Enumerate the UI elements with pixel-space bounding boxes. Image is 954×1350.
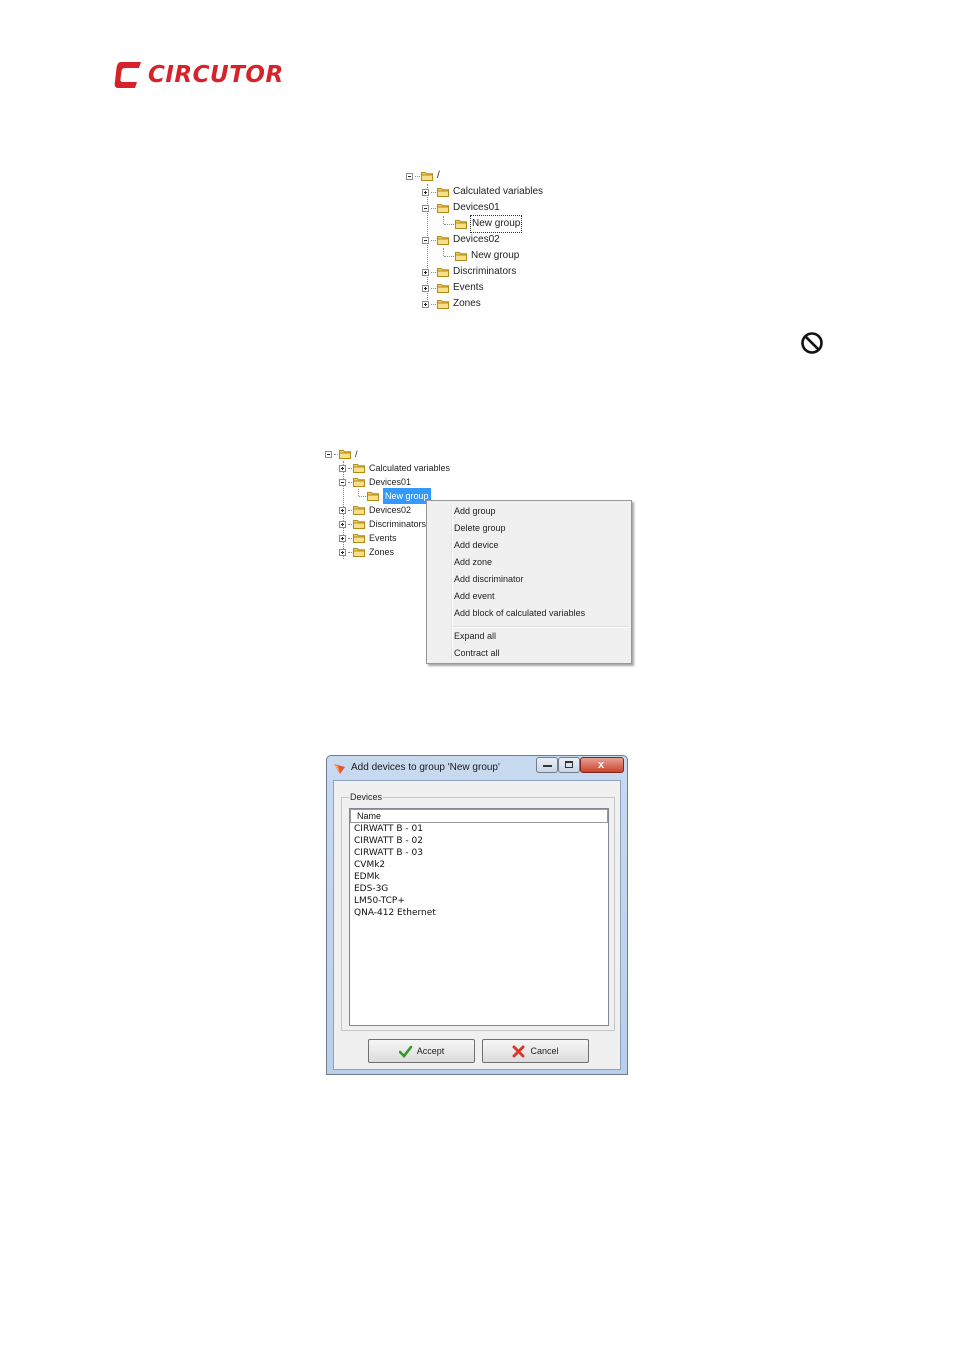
collapse-icon[interactable]	[339, 478, 346, 486]
devices-list[interactable]: Name CIRWATT B - 01 CIRWATT B - 02 CIRWA…	[349, 808, 609, 1026]
list-item[interactable]: CIRWATT B - 03	[350, 847, 608, 859]
list-item[interactable]: EDS-3G	[350, 883, 608, 895]
tree2-node-calculated-variables[interactable]: Calculated variables	[339, 461, 450, 475]
app-icon	[334, 764, 345, 774]
tree2-node-devices01[interactable]: Devices01	[339, 475, 411, 489]
tree2-node-root[interactable]: /	[325, 447, 358, 461]
tree-view-1: / Calculated variables Devices01 New gro…	[405, 168, 565, 314]
tree-node-zones[interactable]: Zones	[422, 296, 481, 312]
folder-icon	[353, 519, 365, 529]
menu-item-add-event[interactable]: Add event	[454, 588, 495, 605]
checkmark-icon	[398, 1045, 412, 1058]
menu-item-delete-group[interactable]: Delete group	[454, 520, 506, 537]
menu-item-add-block-calculated-variables[interactable]: Add block of calculated variables	[454, 605, 585, 622]
tree-node-root[interactable]: /	[406, 168, 440, 184]
circutor-logo-icon	[114, 62, 141, 88]
folder-icon	[353, 477, 365, 487]
cancel-label: Cancel	[530, 1046, 559, 1056]
folder-icon	[421, 171, 433, 181]
maximize-button[interactable]	[558, 757, 580, 773]
close-button[interactable]: x	[580, 757, 624, 773]
cancel-button[interactable]: Cancel	[482, 1039, 589, 1063]
list-item[interactable]: LM50-TCP+	[350, 895, 608, 907]
folder-icon	[437, 235, 449, 245]
column-header-name[interactable]: Name	[350, 809, 608, 823]
devices-groupbox: Devices Name CIRWATT B - 01 CIRWATT B - …	[341, 792, 615, 1031]
menu-item-expand-all[interactable]: Expand all	[454, 628, 496, 645]
tree-node-new-group-2[interactable]: New group	[444, 248, 519, 264]
minimize-icon	[543, 765, 552, 767]
close-icon: x	[598, 759, 605, 771]
list-item[interactable]: CIRWATT B - 02	[350, 835, 608, 847]
menu-item-add-device[interactable]: Add device	[454, 537, 499, 554]
expand-icon[interactable]	[339, 548, 346, 556]
expand-icon[interactable]	[422, 268, 429, 276]
tree2-node-discriminators[interactable]: Discriminators	[339, 517, 426, 531]
folder-icon	[339, 449, 351, 459]
no-entry-icon	[801, 332, 823, 354]
folder-icon	[437, 283, 449, 293]
folder-icon	[437, 187, 449, 197]
brand-name: CIRCUTOR	[148, 62, 284, 88]
menu-item-add-zone[interactable]: Add zone	[454, 554, 492, 571]
list-item[interactable]: EDMk	[350, 871, 608, 883]
cross-icon	[512, 1045, 525, 1057]
folder-icon	[437, 267, 449, 277]
folder-icon	[367, 491, 379, 501]
context-menu: Add group Delete group Add device Add zo…	[426, 500, 632, 664]
tree2-node-new-group[interactable]: New group	[359, 488, 431, 504]
tree-node-devices01[interactable]: Devices01	[422, 200, 500, 216]
circutor-logo: CIRCUTOR	[113, 58, 284, 92]
tree2-node-devices02[interactable]: Devices02	[339, 503, 411, 517]
dialog-title: Add devices to group 'New group'	[351, 762, 500, 773]
collapse-icon[interactable]	[422, 204, 429, 212]
expand-icon[interactable]	[339, 506, 346, 514]
accept-button[interactable]: Accept	[368, 1039, 475, 1063]
folder-icon	[353, 533, 365, 543]
collapse-icon[interactable]	[325, 450, 332, 458]
list-item[interactable]: CVMk2	[350, 859, 608, 871]
tree-node-new-group-1[interactable]: New group	[444, 215, 523, 233]
folder-icon	[455, 219, 467, 229]
tree-node-calculated-variables[interactable]: Calculated variables	[422, 184, 543, 200]
folder-icon	[455, 251, 467, 261]
folder-icon	[353, 547, 365, 557]
maximize-icon	[565, 761, 573, 768]
tree2-node-events[interactable]: Events	[339, 531, 397, 545]
folder-icon	[437, 299, 449, 309]
folder-icon	[437, 203, 449, 213]
expand-icon[interactable]	[422, 300, 429, 308]
add-devices-dialog: Add devices to group 'New group' x Devic…	[326, 755, 628, 1075]
collapse-icon[interactable]	[406, 172, 413, 180]
menu-item-add-discriminator[interactable]: Add discriminator	[454, 571, 524, 588]
expand-icon[interactable]	[339, 464, 346, 472]
expand-icon[interactable]	[339, 534, 346, 542]
folder-icon	[353, 505, 365, 515]
minimize-button[interactable]	[536, 757, 558, 773]
tree-node-events[interactable]: Events	[422, 280, 484, 296]
tree-node-discriminators[interactable]: Discriminators	[422, 264, 516, 280]
list-item[interactable]: CIRWATT B - 01	[350, 823, 608, 835]
collapse-icon[interactable]	[422, 236, 429, 244]
accept-label: Accept	[416, 1046, 445, 1056]
menu-item-add-group[interactable]: Add group	[454, 503, 496, 520]
tree-node-devices02[interactable]: Devices02	[422, 232, 500, 248]
expand-icon[interactable]	[339, 520, 346, 528]
dialog-body: Devices Name CIRWATT B - 01 CIRWATT B - …	[333, 780, 621, 1070]
expand-icon[interactable]	[422, 188, 429, 196]
menu-item-contract-all[interactable]: Contract all	[454, 645, 500, 662]
devices-group-label: Devices	[349, 792, 384, 802]
folder-icon	[353, 463, 365, 473]
list-item[interactable]: QNA-412 Ethernet	[350, 907, 608, 919]
tree2-node-zones[interactable]: Zones	[339, 545, 394, 559]
expand-icon[interactable]	[422, 284, 429, 292]
